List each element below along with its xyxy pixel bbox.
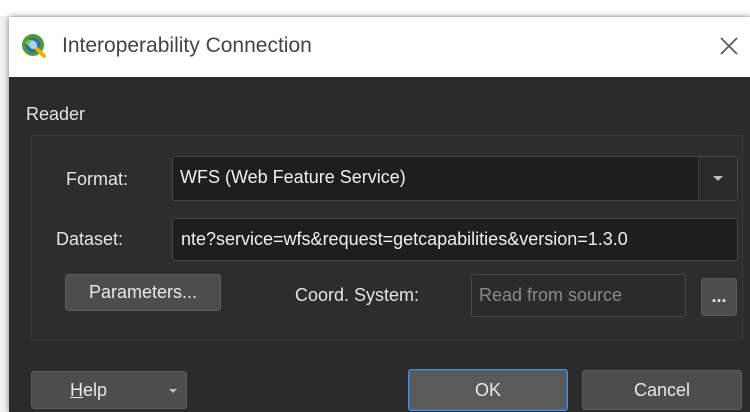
help-mnemonic: H <box>70 380 83 400</box>
ok-button[interactable]: OK <box>408 369 568 411</box>
cancel-button[interactable]: Cancel <box>582 370 742 410</box>
dataset-label: Dataset: <box>56 229 124 249</box>
format-label: Format: <box>66 169 129 189</box>
chevron-down-icon <box>713 176 723 181</box>
help-button[interactable]: Help <box>31 371 187 409</box>
help-label-rest: elp <box>83 380 108 400</box>
format-dropdown-arrow[interactable] <box>698 157 737 200</box>
coord-system-browse-button[interactable]: ... <box>701 278 737 316</box>
reader-group-box: Format: WFS (Web Feature Service) Datase… <box>31 135 743 340</box>
background-window-strip <box>0 0 750 16</box>
help-dropdown-icon[interactable] <box>169 389 177 393</box>
coord-system-label: Coord. System: <box>295 285 420 305</box>
format-value: WFS (Web Feature Service) <box>180 167 406 187</box>
interoperability-connection-dialog: Interoperability Connection Reader Forma… <box>9 17 750 412</box>
window-title: Interoperability Connection <box>62 34 312 57</box>
dialog-body: Reader Format: WFS (Web Feature Service)… <box>9 77 750 412</box>
dataset-input[interactable]: nte?service=wfs&request=getcapabilities&… <box>172 218 738 261</box>
title-bar: Interoperability Connection <box>9 17 750 77</box>
reader-group-label: Reader <box>26 104 86 124</box>
qgis-logo-icon <box>22 34 46 58</box>
close-icon[interactable] <box>714 31 744 61</box>
parameters-button[interactable]: Parameters... <box>65 274 221 311</box>
format-dropdown[interactable]: WFS (Web Feature Service) <box>172 156 738 201</box>
coord-system-input[interactable]: Read from source <box>471 274 686 317</box>
